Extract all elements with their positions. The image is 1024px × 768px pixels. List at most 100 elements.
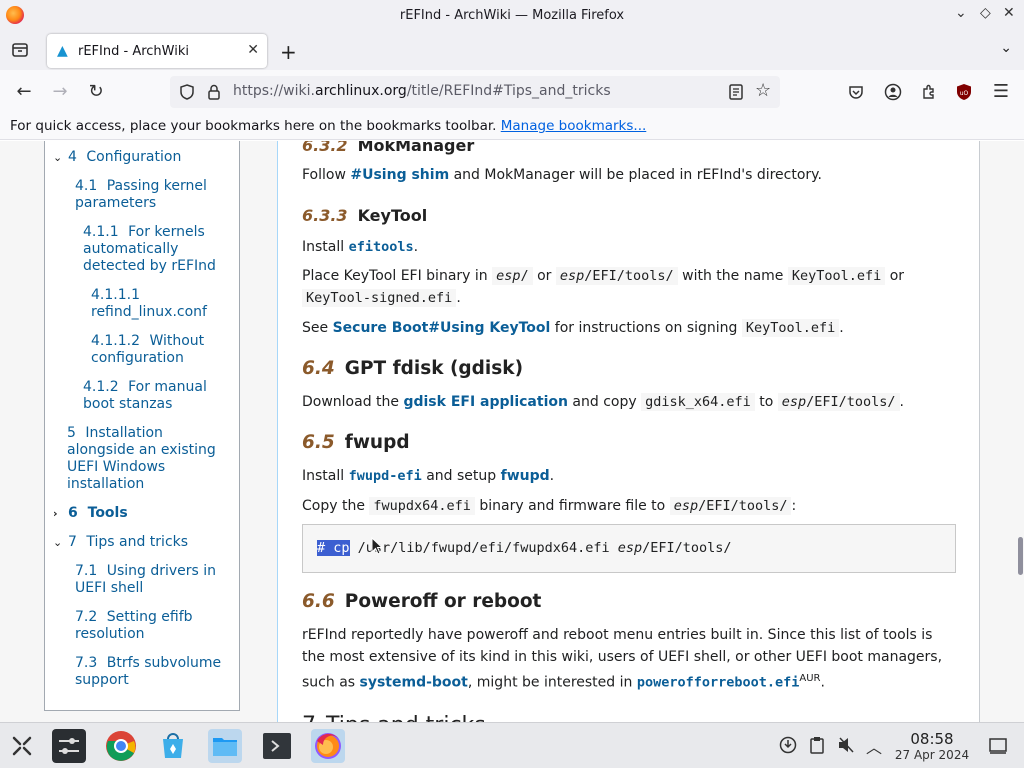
window-titlebar: rEFInd - ArchWiki — Mozilla Firefox ⌄ ◇ …: [0, 0, 1024, 30]
fwupd-link[interactable]: fwupd: [501, 468, 550, 484]
heading-6-4: 6.4 GPT fdisk (gdisk): [302, 358, 524, 379]
url-bar[interactable]: https://wiki.archlinux.org/title/REFInd#…: [170, 76, 780, 108]
paragraph-gdisk: Download the gdisk EFI application and c…: [302, 393, 904, 411]
app-menu-icon[interactable]: ☰: [990, 81, 1012, 103]
maximize-icon[interactable]: ◇: [980, 5, 991, 21]
chevron-right-icon[interactable]: ›: [53, 505, 68, 522]
clipboard-tray-icon[interactable]: [809, 736, 825, 754]
taskbar: ︿ 08:58 27 Apr 2024: [0, 722, 1024, 768]
toc-item[interactable]: › 6 Tools: [53, 505, 229, 522]
heading-6-3-2: 6.3.2 MokManager: [302, 141, 475, 155]
account-icon[interactable]: [884, 83, 902, 101]
tab-title: rEFInd - ArchWiki: [78, 43, 189, 59]
toc-item-label: 7 Tips and tricks: [68, 534, 189, 550]
terminal-taskbar-icon[interactable]: [260, 729, 294, 763]
close-tab-icon[interactable]: ✕: [247, 42, 259, 58]
toc-item-label: 4.1.2 For manual boot stanzas: [83, 379, 207, 412]
toc-item[interactable]: 7.1 Using drivers in UEFI shell: [53, 563, 229, 597]
forward-icon[interactable]: →: [49, 81, 71, 103]
toc-item-label: 4.1.1.2 Without configuration: [91, 333, 205, 366]
toc-item[interactable]: 4.1.1.2 Without configuration: [53, 333, 229, 367]
lock-icon[interactable]: [205, 83, 223, 101]
toc-item-label: 4.1.1 For kernels automatically detected…: [83, 224, 216, 274]
close-window-icon[interactable]: ✕: [1003, 5, 1015, 21]
svg-text:uO: uO: [960, 90, 969, 97]
toc-item-label: 7.1 Using drivers in UEFI shell: [75, 563, 217, 596]
powerofforreboot-link[interactable]: powerofforreboot.efi: [637, 675, 800, 691]
page-scrollbar[interactable]: [1016, 141, 1024, 722]
url-text[interactable]: https://wiki.archlinux.org/title/REFInd#…: [233, 83, 611, 99]
toc-item[interactable]: 7.3 Btrfs subvolume support: [53, 655, 229, 689]
extensions-icon[interactable]: [920, 83, 938, 101]
paragraph-keytool-binary: Place KeyTool EFI binary in esp/ or esp/…: [302, 267, 905, 307]
back-icon[interactable]: ←: [13, 81, 35, 103]
heading-6-3-3: 6.3.3 KeyTool: [302, 206, 428, 225]
reload-icon[interactable]: ↻: [85, 81, 107, 103]
bookmark-star-icon[interactable]: ☆: [755, 80, 771, 101]
new-tab-icon[interactable]: +: [280, 40, 297, 64]
clock-date: 27 Apr 2024: [894, 748, 970, 762]
toc-item-label: 7.2 Setting efifb resolution: [75, 609, 193, 642]
reader-view-icon[interactable]: [728, 83, 744, 101]
fwupd-efi-link[interactable]: fwupd-efi: [349, 468, 422, 484]
toc-item-label: 4.1.1.1 refind_linux.conf: [91, 287, 207, 320]
toc-item-label: 7.3 Btrfs subvolume support: [75, 655, 222, 688]
window-title: rEFInd - ArchWiki — Mozilla Firefox: [399, 7, 625, 23]
efitools-link[interactable]: efitools: [349, 239, 414, 255]
firefox-view-icon[interactable]: [10, 40, 30, 60]
paragraph-secure-boot: See Secure Boot#Using KeyTool for instru…: [302, 319, 844, 337]
updates-tray-icon[interactable]: [779, 736, 797, 754]
toc-item[interactable]: 5 Installation alongside an existing UEF…: [53, 425, 229, 493]
bookmarks-hint-text: For quick access, place your bookmarks h…: [10, 118, 497, 134]
toc-item[interactable]: 4.1.1 For kernels automatically detected…: [53, 224, 229, 275]
tracking-protection-shield-icon[interactable]: [178, 83, 196, 101]
heading-6-6: 6.6 Poweroff or reboot: [302, 591, 542, 612]
selected-text: # cp: [317, 540, 350, 556]
volume-muted-tray-icon[interactable]: [837, 736, 855, 754]
file-manager-taskbar-icon[interactable]: [208, 729, 242, 763]
chevron-down-icon[interactable]: ⌄: [53, 534, 68, 551]
chrome-taskbar-icon[interactable]: [104, 729, 138, 763]
minimize-icon[interactable]: ⌄: [955, 5, 967, 21]
toc-item-label: 5 Installation alongside an existing UEF…: [67, 425, 216, 492]
gdisk-efi-link[interactable]: gdisk EFI application: [403, 394, 567, 410]
pocket-icon[interactable]: [847, 83, 865, 101]
using-shim-link[interactable]: #Using shim: [350, 167, 449, 183]
toc-item[interactable]: 7.2 Setting efifb resolution: [53, 609, 229, 643]
show-desktop-icon[interactable]: [989, 737, 1007, 755]
discover-taskbar-icon[interactable]: [156, 729, 190, 763]
show-hidden-icons-chevron-icon[interactable]: ︿: [866, 734, 882, 758]
toc-item[interactable]: 4.1.1.1 refind_linux.conf: [53, 287, 229, 321]
app-launcher-icon[interactable]: [10, 734, 34, 758]
secure-boot-keytool-link[interactable]: Secure Boot#Using KeyTool: [333, 320, 551, 336]
system-settings-taskbar-icon[interactable]: [52, 729, 86, 763]
bookmarks-toolbar: For quick access, place your bookmarks h…: [0, 114, 1024, 140]
tab-refind-archwiki[interactable]: ▲ rEFInd - ArchWiki ✕: [47, 34, 267, 68]
toc-item[interactable]: ⌄ 4 Configuration: [53, 149, 229, 166]
clock[interactable]: 08:58 27 Apr 2024: [892, 731, 972, 763]
navigation-toolbar: ← → ↻ https://wiki.archlinux.org/title/R…: [0, 70, 1024, 114]
tab-strip: ▲ rEFInd - ArchWiki ✕ + ⌄: [0, 30, 1024, 70]
toc-item[interactable]: ⌄ 7 Tips and tricks: [53, 534, 229, 551]
scrollbar-thumb[interactable]: [1018, 537, 1023, 575]
page-viewport: ⌄ 4 Configuration 4.1 Passing kernel param…: [0, 141, 1024, 722]
systemd-boot-link[interactable]: systemd-boot: [360, 675, 468, 691]
code-block[interactable]: # cp /usr/lib/fwupd/efi/fwupdx64.efi esp…: [302, 524, 956, 573]
ublock-origin-icon[interactable]: uO: [955, 83, 973, 101]
mouse-cursor-icon: [371, 537, 383, 555]
table-of-contents: ⌄ 4 Configuration 4.1 Passing kernel param…: [44, 141, 240, 711]
toc-item[interactable]: 4.1.2 For manual boot stanzas: [53, 379, 229, 413]
archlinux-favicon-icon: ▲: [57, 43, 68, 59]
paragraph-poweroff: rEFInd reportedly have poweroff and rebo…: [302, 627, 943, 691]
firefox-logo-icon: [6, 6, 24, 24]
toc-item-label: 4.1 Passing kernel parameters: [75, 178, 207, 211]
firefox-taskbar-icon[interactable]: [311, 729, 345, 763]
toc-item[interactable]: 4.1 Passing kernel parameters: [53, 178, 229, 212]
heading-7: 7Tips and tricks: [302, 713, 486, 722]
chevron-down-icon[interactable]: ⌄: [53, 149, 68, 166]
manage-bookmarks-link[interactable]: Manage bookmarks...: [501, 118, 647, 134]
toc-item-label: 4 Configuration: [68, 149, 182, 165]
list-all-tabs-icon[interactable]: ⌄: [1000, 40, 1012, 56]
paragraph-mokmanager: Follow #Using shim and MokManager will b…: [302, 167, 822, 183]
clock-time: 08:58: [910, 730, 954, 748]
